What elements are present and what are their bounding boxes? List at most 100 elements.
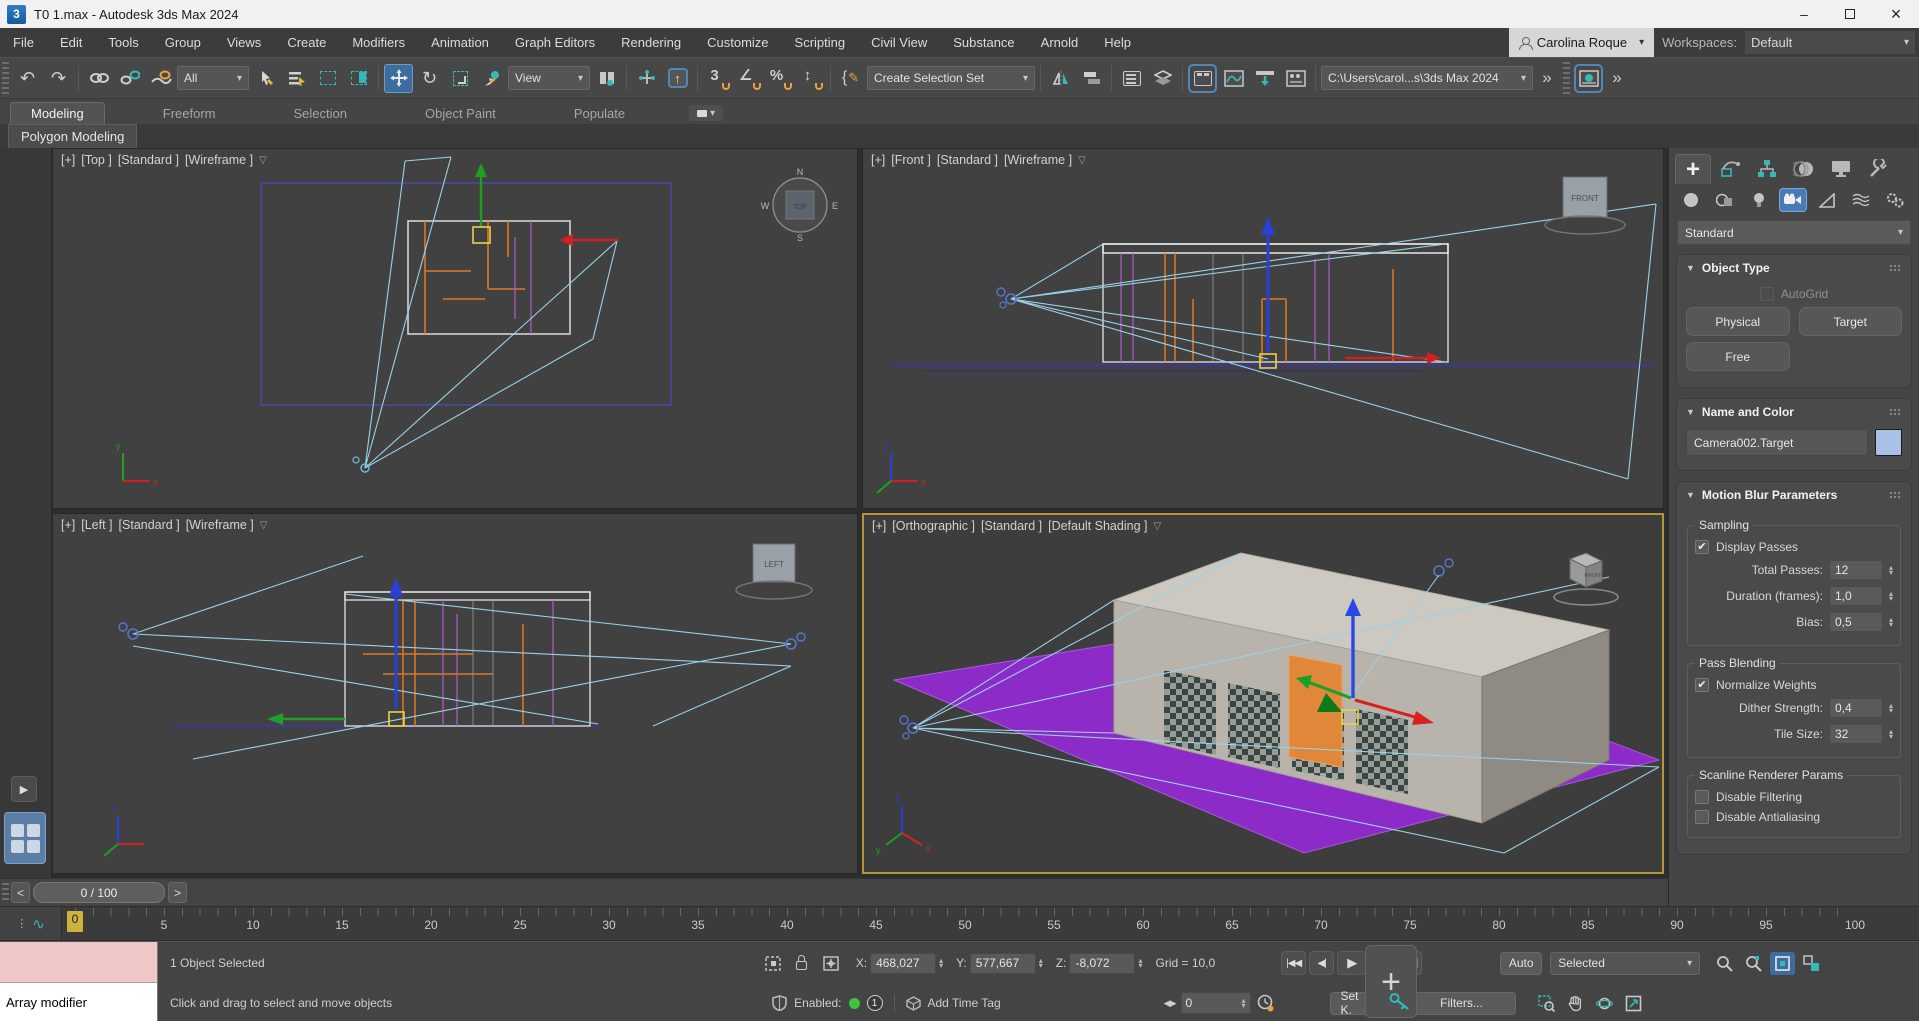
viewport-pov-menu[interactable]: [Orthographic ] [892, 519, 975, 533]
cameras-category-icon[interactable] [1779, 188, 1807, 212]
isolate-selection-icon[interactable] [761, 952, 785, 974]
menu-help[interactable]: Help [1091, 28, 1144, 57]
toolbar-overflow-chevron[interactable]: » [1535, 64, 1559, 93]
viewport-pov-menu[interactable]: [Front ] [891, 153, 931, 167]
maxscript-editor-icon[interactable]: {✎ [836, 64, 865, 93]
y-spinner[interactable]: ▴▾ [1039, 958, 1043, 968]
ribbon-tab-modeling[interactable]: Modeling [10, 102, 105, 124]
align-icon[interactable] [1077, 64, 1106, 93]
orbit-icon[interactable] [1592, 992, 1617, 1015]
percent-snap-toggle-icon[interactable]: % [765, 64, 794, 93]
total-passes-spinner[interactable]: ▴▾ [1889, 565, 1893, 575]
zoom-extents-icon[interactable] [1770, 952, 1795, 975]
viewport-renderer-menu[interactable]: [Standard ] [119, 518, 180, 532]
macro-recorder-pane[interactable] [0, 942, 157, 983]
select-and-scale-icon[interactable] [446, 64, 475, 93]
auto-key-button[interactable]: Auto [1500, 952, 1542, 975]
per-view-filter-icon[interactable]: ▽ [1153, 521, 1161, 532]
reference-coordinate-system-dropdown[interactable]: View▾ [508, 66, 590, 90]
undo-button[interactable]: ↶ [13, 64, 42, 93]
select-by-name-icon[interactable] [282, 64, 311, 93]
x-spinner[interactable]: ▴▾ [939, 958, 943, 968]
curve-editor-icon[interactable] [1219, 64, 1248, 93]
viewport-pov-menu[interactable]: [Left ] [81, 518, 112, 532]
menu-views[interactable]: Views [214, 28, 274, 57]
set-keys-button[interactable]: + [1365, 945, 1417, 1018]
menu-graph-editors[interactable]: Graph Editors [502, 28, 608, 57]
render-overflow-chevron[interactable]: » [1605, 64, 1629, 93]
bind-to-space-warp-icon[interactable] [146, 64, 175, 93]
dither-strength-spinner[interactable]: ▴▾ [1889, 703, 1893, 713]
viewport-pov-menu[interactable]: [Top ] [81, 153, 112, 167]
viewport-top[interactable]: [+] [Top ] [Standard ] [Wireframe ] ▽ [52, 148, 858, 509]
rectangular-selection-region-icon[interactable] [313, 64, 342, 93]
redo-button[interactable]: ↷ [44, 64, 73, 93]
z-spinner[interactable]: ▴▾ [1138, 958, 1142, 968]
scene-explorer-icon[interactable] [1117, 64, 1146, 93]
signed-in-user-menu[interactable]: Carolina Roque ▾ [1509, 28, 1654, 57]
use-pivot-point-center-icon[interactable] [592, 64, 621, 93]
menu-arnold[interactable]: Arnold [1028, 28, 1092, 57]
bias-field[interactable]: 0,5 [1829, 612, 1883, 632]
menu-group[interactable]: Group [152, 28, 214, 57]
viewport-renderer-menu[interactable]: [Standard ] [118, 153, 179, 167]
time-slider-grip[interactable] [2, 883, 9, 902]
selection-filter-dropdown[interactable]: All▾ [177, 66, 249, 90]
name-and-color-rollout-header[interactable]: ▼ Name and Color [1677, 399, 1911, 423]
unlink-selection-icon[interactable] [115, 64, 144, 93]
per-view-filter-icon[interactable]: ▽ [1078, 155, 1086, 166]
select-and-rotate-icon[interactable]: ↻ [415, 64, 444, 93]
viewport-renderer-menu[interactable]: [Standard ] [937, 153, 998, 167]
time-configuration-icon[interactable] [1256, 994, 1274, 1012]
z-coordinate-field[interactable]: -8,072 [1069, 953, 1135, 974]
viewport-general-menu[interactable]: [+] [871, 153, 885, 167]
go-to-start-button[interactable]: |◀◀ [1281, 951, 1306, 975]
y-coordinate-field[interactable]: 577,667 [970, 953, 1036, 974]
motion-blur-rollout-header[interactable]: ▼ Motion Blur Parameters [1677, 482, 1911, 506]
modify-tab-icon[interactable] [1712, 154, 1748, 184]
menu-scripting[interactable]: Scripting [782, 28, 859, 57]
viewport-layout-flyout-button[interactable]: ▶ [11, 776, 37, 802]
menu-civil-view[interactable]: Civil View [858, 28, 940, 57]
zoom-all-icon[interactable] [1741, 952, 1766, 975]
menu-edit[interactable]: Edit [47, 28, 95, 57]
previous-frame-button[interactable]: < [11, 882, 30, 903]
create-tab-icon[interactable]: + [1675, 154, 1711, 184]
menu-substance[interactable]: Substance [940, 28, 1027, 57]
select-object-icon[interactable] [251, 64, 280, 93]
viewport-left[interactable]: [+] [Left ] [Standard ] [Wireframe ] ▽ [52, 513, 858, 874]
time-slider[interactable]: 0 / 100 [33, 882, 165, 903]
per-view-filter-icon[interactable]: ▽ [260, 520, 268, 531]
viewport-renderer-menu[interactable]: [Standard ] [981, 519, 1042, 533]
pan-hand-icon[interactable] [1563, 992, 1588, 1015]
disable-antialiasing-checkbox[interactable]: ✔ [1695, 810, 1709, 824]
listener-pane[interactable]: Array modifier [0, 983, 157, 1021]
select-and-place-icon[interactable] [477, 64, 506, 93]
lights-category-icon[interactable] [1745, 188, 1773, 212]
camera-type-dropdown[interactable]: Standard▾ [1677, 220, 1911, 245]
viewport-shading-menu[interactable]: [Wireframe ] [185, 153, 253, 167]
total-passes-field[interactable]: 12 [1829, 560, 1883, 580]
minimize-button[interactable]: – [1781, 0, 1827, 28]
ribbon-tab-selection[interactable]: Selection [274, 103, 367, 124]
toolbar-grip-2[interactable] [1563, 62, 1570, 94]
add-time-tag[interactable]: Add Time Tag [928, 996, 1001, 1010]
x-coordinate-field[interactable]: 468,027 [870, 953, 936, 974]
schematic-view-icon[interactable] [1250, 64, 1279, 93]
ribbon-tab-populate[interactable]: Populate [554, 103, 645, 124]
tile-size-spinner[interactable]: ▴▾ [1889, 729, 1893, 739]
viewport-general-menu[interactable]: [+] [61, 153, 75, 167]
display-tab-icon[interactable] [1823, 154, 1859, 184]
mini-curve-editor-button[interactable]: ⋮∿ [0, 907, 62, 940]
maxscript-mini-listener[interactable]: Array modifier [0, 942, 158, 1021]
per-view-filter-icon[interactable]: ▽ [259, 155, 267, 166]
ribbon-tab-freeform[interactable]: Freeform [143, 103, 236, 124]
spinner-snap-toggle-icon[interactable]: ↕ [796, 64, 825, 93]
viewport-orthographic[interactable]: [+] [Orthographic ] [Standard ] [Default… [862, 513, 1664, 874]
duration-field[interactable]: 1,0 [1829, 586, 1883, 606]
autogrid-checkbox[interactable]: ✔ [1760, 287, 1774, 301]
select-and-move-icon[interactable] [384, 64, 413, 93]
toolbar-grip[interactable] [2, 62, 9, 94]
selection-set-keys-dropdown[interactable]: Selected▾ [1550, 952, 1700, 975]
ribbon-display-toggle-icon[interactable]: ▾ [689, 105, 723, 121]
